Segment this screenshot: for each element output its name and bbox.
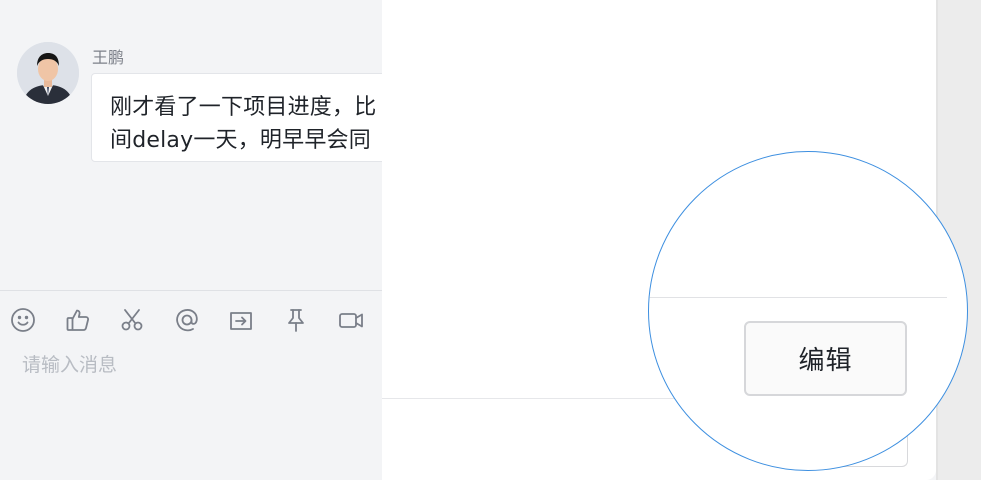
magnified-divider (649, 297, 947, 298)
avatar[interactable] (17, 42, 79, 104)
pin-icon[interactable] (283, 307, 309, 333)
message-input[interactable] (22, 350, 362, 380)
composer-divider (0, 290, 382, 291)
emoji-icon[interactable] (10, 307, 36, 333)
folder-share-icon[interactable] (228, 307, 254, 333)
message-line: 间delay一天，明早早会同 (110, 128, 371, 153)
magnifier-lens: 编辑 (648, 151, 968, 471)
avatar-portrait-icon (17, 42, 79, 104)
scissors-icon[interactable] (119, 307, 145, 333)
at-mention-icon[interactable] (174, 307, 200, 333)
message-line: 刚才看了一下项目进度，比 (110, 95, 377, 120)
edit-button[interactable]: 编辑 (744, 321, 907, 396)
thumbs-up-icon[interactable] (65, 307, 91, 333)
sender-name: 王鹏 (92, 48, 125, 67)
message-bubble[interactable]: 刚才看了一下项目进度，比 间delay一天，明早早会同 (91, 73, 391, 162)
video-call-icon[interactable] (338, 307, 364, 333)
chat-pane: 王鹏 刚才看了一下项目进度，比 间delay一天，明早早会同 (0, 0, 391, 480)
composer-toolbar (10, 305, 392, 335)
